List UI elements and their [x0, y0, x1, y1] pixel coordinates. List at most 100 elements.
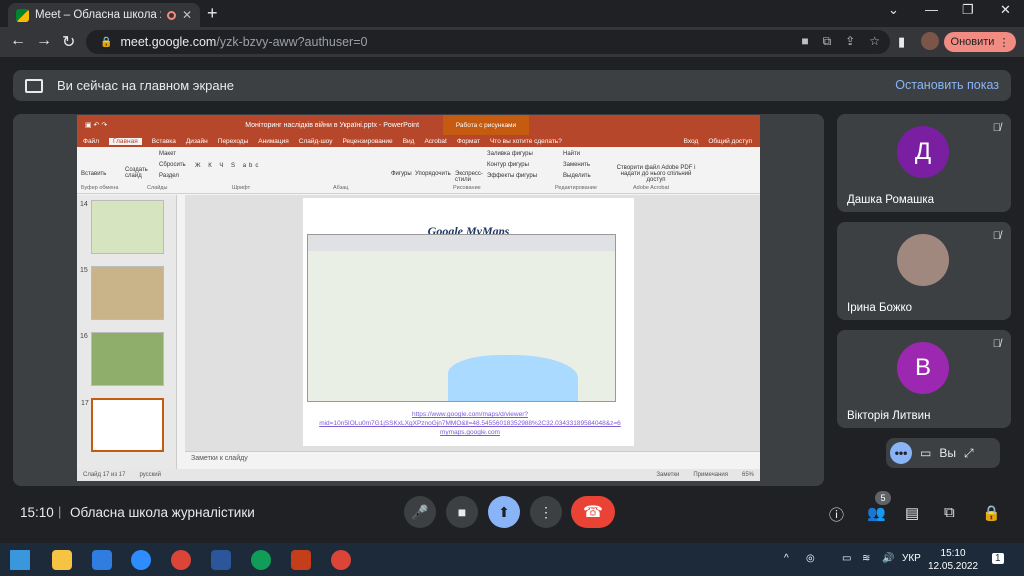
participant-tile-dashka[interactable]: Д 🎙̸ Дашка Ромашка	[837, 114, 1011, 212]
notification-center-icon[interactable]: 1	[992, 553, 1004, 564]
word-icon[interactable]	[211, 550, 231, 570]
ppt-outline-button[interactable]: Контур фигуры	[487, 162, 529, 168]
mymaps-home-link[interactable]: mymaps.google.com	[311, 428, 629, 437]
more-actions-button[interactable]: ⋮	[530, 496, 562, 528]
slide-thumb-15[interactable]: 15	[80, 266, 164, 320]
ppt-menu-file[interactable]: Файл	[83, 138, 99, 145]
update-button[interactable]: Оновити ⋮	[944, 32, 1016, 52]
volume-icon[interactable]: 🔊	[882, 553, 894, 564]
leave-call-button[interactable]: ☎	[571, 496, 615, 528]
profile-avatar[interactable]	[921, 32, 939, 50]
slide-notes[interactable]: Заметки к слайду	[185, 451, 760, 465]
side-panel-icon[interactable]: ▮	[898, 34, 905, 50]
forward-icon[interactable]: →	[36, 32, 52, 50]
ppt-effects-button[interactable]: Эффекты фигуры	[487, 173, 537, 179]
system-clock[interactable]: 15:10 12.05.2022	[928, 547, 978, 573]
close-window-icon[interactable]: ✕	[1000, 2, 1011, 18]
camera-button[interactable]: ■	[446, 496, 478, 528]
tray-app-icon[interactable]: ◎	[806, 553, 815, 564]
activities-icon[interactable]: ⧉	[944, 504, 955, 521]
store-icon[interactable]	[92, 550, 112, 570]
stop-presenting-button[interactable]: Остановить показ	[895, 78, 999, 92]
ppt-fill-button[interactable]: Заливка фигуры	[487, 151, 533, 157]
current-slide[interactable]: Google MyMaps https://www.google.com/map…	[303, 198, 634, 446]
restore-icon[interactable]: ❐	[962, 2, 974, 18]
ppt-replace-button[interactable]: Заменить	[563, 162, 590, 168]
ppt-select-button[interactable]: Выделить	[563, 173, 591, 179]
ppt-adobe-pdf-button[interactable]: Створити файл Adobe PDF і надати до ньог…	[611, 165, 701, 183]
tab-close-icon[interactable]: ✕	[182, 8, 192, 22]
ppt-menu-acrobat[interactable]: Acrobat	[424, 138, 446, 145]
bookmark-star-icon[interactable]: ☆	[869, 34, 880, 49]
ppt-menu-insert[interactable]: Вставка	[152, 138, 176, 145]
powerpoint-icon[interactable]	[291, 550, 311, 570]
chat-icon[interactable]: ▤	[905, 504, 919, 522]
ppt-new-slide-button[interactable]: Создать слайд	[125, 167, 151, 179]
back-icon[interactable]: ←	[10, 32, 26, 50]
ppt-paste-button[interactable]: Вставить	[81, 171, 106, 177]
thumb-number: 16	[80, 333, 88, 340]
windows-start-icon[interactable]	[10, 550, 30, 570]
tab-search-icon[interactable]: ⌄	[888, 2, 899, 18]
slide-thumb-16[interactable]: 16	[80, 332, 164, 386]
ppt-share[interactable]: Общий доступ	[708, 138, 752, 145]
ppt-arrange-button[interactable]: Упорядочить	[415, 171, 451, 177]
thumb-number: 15	[80, 267, 88, 274]
network-icon[interactable]: ≋	[862, 553, 870, 564]
ppt-menu-format[interactable]: Формат	[457, 138, 480, 145]
present-screen-button[interactable]: ⬆	[488, 496, 520, 528]
ppt-find-button[interactable]: Найти	[563, 151, 580, 157]
ppt-section-button[interactable]: Раздел	[159, 173, 179, 179]
input-language[interactable]: УКР	[902, 553, 921, 564]
ppt-reset-button[interactable]: Сбросить	[159, 162, 186, 168]
ppt-font-format-buttons[interactable]: Ж К Ч S abc	[195, 163, 261, 169]
chrome-icon[interactable]	[171, 550, 191, 570]
camera-in-use-icon[interactable]: ■	[801, 34, 808, 49]
ppt-ribbon: Вставить Буфер обмена Создать слайд Маке…	[77, 147, 760, 194]
tray-chevron-icon[interactable]: ^	[784, 553, 789, 564]
status-notes-button[interactable]: Заметки	[656, 472, 679, 478]
participant-tile-viktoria[interactable]: В 🎙̸ Вікторія Литвин	[837, 330, 1011, 428]
status-comments-button[interactable]: Примечания	[693, 472, 728, 478]
slide-thumb-14[interactable]: 14	[80, 200, 164, 254]
chrome-active-icon[interactable]	[251, 550, 271, 570]
ppt-menu-slideshow[interactable]: Слайд-шоу	[299, 138, 333, 145]
ppt-tell-me[interactable]: Что вы хотите сделать?	[490, 138, 562, 145]
participant-tile-iryna[interactable]: 🎙̸ Ірина Божко	[837, 222, 1011, 320]
ppt-menu-home[interactable]: Главная	[108, 137, 142, 145]
status-zoom[interactable]: 65%	[742, 472, 754, 478]
ppt-shapes-button[interactable]: Фигуры	[391, 171, 412, 177]
microphone-button[interactable]: 🎤	[404, 496, 436, 528]
address-bar[interactable]: 🔒 meet.google.com /yzk-bzvy-aww?authuser…	[86, 30, 890, 54]
avatar	[897, 234, 949, 286]
translate-icon[interactable]: ⧉	[823, 34, 832, 49]
zoom-app-icon[interactable]	[131, 550, 151, 570]
new-tab-button[interactable]: +	[207, 3, 218, 24]
ppt-menu-view[interactable]: Вид	[403, 138, 415, 145]
mymaps-viewer-link[interactable]: https://www.google.com/maps/d/viewer?mid…	[311, 410, 629, 428]
battery-icon[interactable]: ▭	[842, 553, 851, 564]
presenting-banner: Ви сейчас на главном экране Остановить п…	[13, 70, 1011, 101]
ppt-quick-styles-button[interactable]: Экспресс-стили	[455, 171, 485, 183]
chrome-profile-icon[interactable]	[331, 550, 351, 570]
slide-thumb-17[interactable]: 17	[81, 398, 164, 452]
meeting-details-icon[interactable]: ⓘ	[829, 504, 844, 525]
share-icon[interactable]: ⇪	[845, 34, 855, 49]
lock-icon[interactable]: 🔒	[100, 37, 112, 48]
reload-icon[interactable]: ↻	[62, 32, 75, 52]
slide-map-image[interactable]	[307, 234, 616, 402]
file-explorer-icon[interactable]	[52, 550, 72, 570]
ppt-menu-animation[interactable]: Анимация	[258, 138, 289, 145]
ppt-menu-review[interactable]: Рецензирование	[342, 138, 392, 145]
host-controls-icon[interactable]: 🔒	[982, 504, 1001, 522]
minimize-icon[interactable]: —	[925, 2, 938, 17]
ppt-sign-in[interactable]: Вход	[684, 138, 699, 145]
expand-icon[interactable]: ⤢	[964, 446, 974, 461]
ppt-menu-design[interactable]: Дизайн	[186, 138, 208, 145]
self-camera-off-icon[interactable]: ▭	[920, 446, 931, 460]
ppt-menu-transitions[interactable]: Переходы	[218, 138, 249, 145]
people-icon[interactable]: 👥	[867, 504, 886, 522]
more-options-icon[interactable]: •••	[890, 442, 912, 464]
ppt-layout-button[interactable]: Макет	[159, 151, 176, 157]
browser-tab-meet[interactable]: Meet – Обласна школа жур ✕	[8, 3, 200, 27]
